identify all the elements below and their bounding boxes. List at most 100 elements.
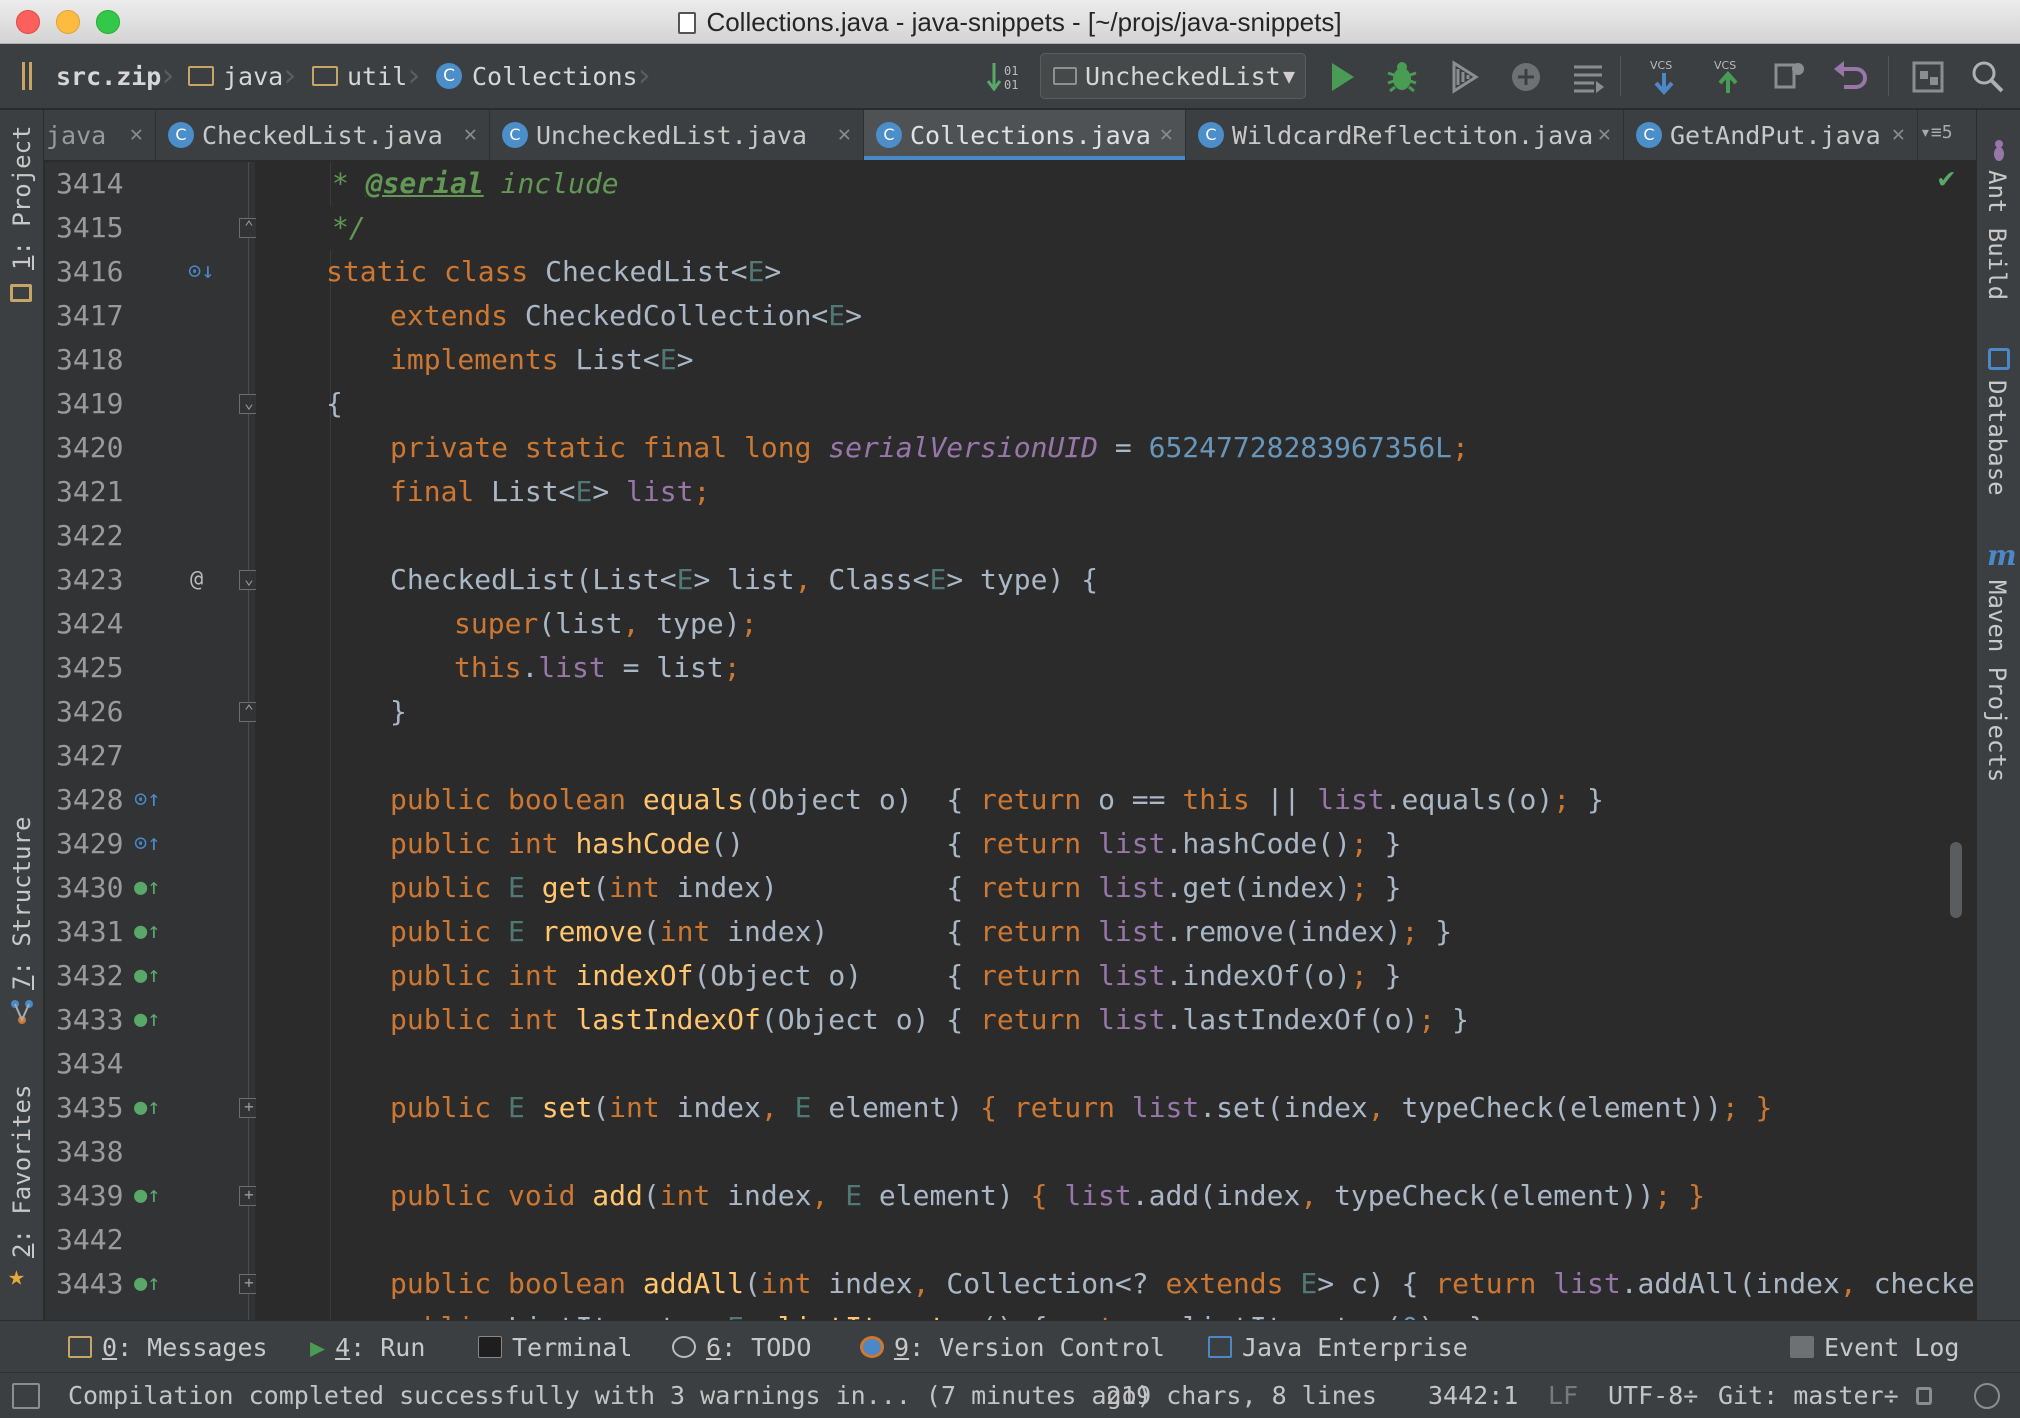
tab-java[interactable]: java ✕ (44, 110, 156, 160)
annotation-icon: @ (190, 567, 204, 592)
implements-icon[interactable]: ●↑ (134, 954, 161, 998)
vcs-history-icon[interactable] (1770, 57, 1810, 97)
svg-text:VCS: VCS (1714, 59, 1736, 72)
run-configuration-select[interactable]: UncheckedList ▼ (1040, 53, 1306, 99)
tab-getandput[interactable]: C GetAndPut.java ✕ (1624, 110, 1918, 160)
code-line: public int hashCode() { return list.hash… (390, 827, 1402, 860)
close-icon[interactable]: ✕ (1598, 122, 1611, 147)
tab-wildcardreflectiton[interactable]: C WildcardReflectiton.java ✕ (1186, 110, 1624, 160)
code-line: public boolean addAll(int index, Collect… (390, 1267, 1976, 1300)
line-number: 3427 (56, 739, 124, 772)
hector-icon[interactable] (1974, 1383, 2000, 1409)
project-structure-icon[interactable] (1908, 57, 1948, 97)
implements-icon[interactable]: ●↑ (134, 1174, 161, 1218)
tab-checkedlist[interactable]: C CheckedList.java ✕ (156, 110, 490, 160)
run-with-coverage-icon[interactable] (1444, 57, 1484, 97)
line-number: 3424 (56, 607, 124, 640)
right-tool-strip: Ant Build Database m Maven Projects (1976, 110, 2020, 1320)
implemented-icon[interactable]: ⊙↓ (188, 250, 215, 294)
overrides-icon[interactable]: ⊙↑ (134, 778, 161, 822)
implements-icon[interactable]: ●↑ (134, 866, 161, 910)
version-control-tool-button[interactable]: 9: Version Control (860, 1331, 1165, 1363)
terminal-tool-button[interactable]: Terminal (478, 1331, 632, 1363)
code-line: } (390, 695, 407, 728)
chevron-up-down-icon: ÷ (1883, 1381, 1899, 1410)
build-project-icon[interactable]: 01 01 (984, 57, 1024, 97)
breadcrumb-collections[interactable]: C Collections › (436, 58, 654, 94)
event-log-icon (1790, 1336, 1814, 1358)
tab-overflow-button[interactable]: ▾≡5 (1920, 122, 1953, 143)
ant-build-tool-tab[interactable]: Ant Build (1983, 170, 2011, 300)
vertical-scrollbar[interactable] (1950, 842, 1962, 918)
vcs-commit-icon[interactable]: VCS (1708, 57, 1748, 97)
line-separator[interactable]: LF (1548, 1381, 1578, 1410)
run-tool-button[interactable]: ▶ 4: Run (310, 1331, 425, 1363)
breadcrumb-label: util (347, 61, 408, 91)
code-line: private static final long serialVersionU… (390, 431, 1469, 464)
chevron-down-icon: ▼ (1282, 64, 1295, 88)
navigation-bar: src.zip › java › util › C Collections › … (0, 44, 2020, 109)
class-icon: C (436, 63, 462, 89)
revert-icon[interactable] (1830, 57, 1870, 97)
code-line: extends CheckedCollection<E> (390, 299, 863, 332)
selection-info: 219 chars, 8 lines (1106, 1381, 1377, 1410)
code-editor[interactable]: * @serial include */ static class Checke… (256, 162, 1976, 1320)
breadcrumb-util[interactable]: util › (312, 58, 423, 94)
search-icon[interactable] (1968, 57, 2008, 97)
status-message[interactable]: Compilation completed successfully with … (68, 1381, 1152, 1410)
tab-label: UncheckedList.java (536, 120, 807, 150)
structure-tool-tab[interactable]: 7: Structure (8, 817, 36, 990)
toggle-tool-windows-icon[interactable] (12, 1383, 40, 1409)
left-tool-strip: 1: Project 7: Structure 2: Favorites ★ (0, 110, 44, 1320)
close-icon[interactable]: ✕ (838, 122, 851, 147)
terminal-icon (478, 1336, 502, 1358)
stop-list-icon[interactable] (1568, 57, 1608, 97)
run-icon: ▶ (310, 1332, 326, 1362)
class-icon: C (1636, 122, 1662, 148)
implements-icon[interactable]: ●↑ (134, 1086, 161, 1130)
breadcrumb-src-zip[interactable]: src.zip › (56, 58, 177, 94)
lock-icon[interactable] (1916, 1387, 1932, 1405)
star-icon: ★ (8, 1259, 25, 1292)
debug-icon[interactable] (1382, 57, 1422, 97)
implements-icon[interactable]: ●↑ (134, 910, 161, 954)
list-icon: ▾≡ (1920, 122, 1942, 143)
code-line: { (326, 387, 343, 420)
breadcrumb-java[interactable]: java › (188, 58, 299, 94)
line-number: 3426 (56, 695, 124, 728)
project-tool-tab[interactable]: 1: Project (8, 126, 36, 271)
encoding-label: UTF-8 (1608, 1381, 1684, 1410)
messages-tool-button[interactable]: 0: Messages (68, 1331, 268, 1363)
vcs-update-icon[interactable]: VCS (1644, 57, 1684, 97)
java-enterprise-tool-button[interactable]: Java Enterprise (1208, 1331, 1468, 1363)
status-bar: Compilation completed successfully with … (0, 1372, 2020, 1418)
event-log-tool-button[interactable]: Event Log (1790, 1331, 1959, 1363)
close-icon[interactable]: ✕ (130, 122, 143, 147)
todo-tool-button[interactable]: 6: TODO (672, 1331, 811, 1363)
ant-icon (1994, 140, 2004, 161)
close-icon[interactable]: ✕ (1160, 122, 1173, 147)
run-icon[interactable] (1322, 57, 1362, 97)
line-number: 3423 (56, 563, 124, 596)
chevron-right-icon: › (634, 56, 654, 94)
tab-uncheckedlist[interactable]: C UncheckedList.java ✕ (490, 110, 864, 160)
implements-icon[interactable]: ●↑ (134, 998, 161, 1042)
close-icon[interactable]: ✕ (464, 122, 477, 147)
close-icon[interactable]: ✕ (1892, 122, 1905, 147)
implements-icon[interactable]: ●↑ (134, 1262, 161, 1306)
line-number: 3425 (56, 651, 124, 684)
code-line: final List<E> list; (390, 475, 711, 508)
favorites-tool-tab[interactable]: 2: Favorites (8, 1085, 36, 1258)
tool-window-bar: 0: Messages ▶ 4: Run Terminal 6: TODO 9:… (0, 1320, 2020, 1372)
overrides-icon[interactable]: ⊙↑ (134, 822, 161, 866)
database-tool-tab[interactable]: Database (1983, 380, 2011, 496)
line-number: 3417 (56, 299, 124, 332)
file-encoding[interactable]: UTF-8÷ (1608, 1381, 1698, 1410)
hidden-tab-count: 5 (1941, 122, 1953, 143)
caret-position[interactable]: 3442:1 (1428, 1381, 1518, 1410)
code-line: super(list, type); (454, 607, 758, 640)
tab-collections[interactable]: C Collections.java ✕ (864, 110, 1186, 160)
profile-icon[interactable] (1506, 57, 1546, 97)
maven-projects-tool-tab[interactable]: Maven Projects (1983, 580, 2011, 782)
vcs-branch[interactable]: Git: master÷ (1718, 1381, 1899, 1410)
